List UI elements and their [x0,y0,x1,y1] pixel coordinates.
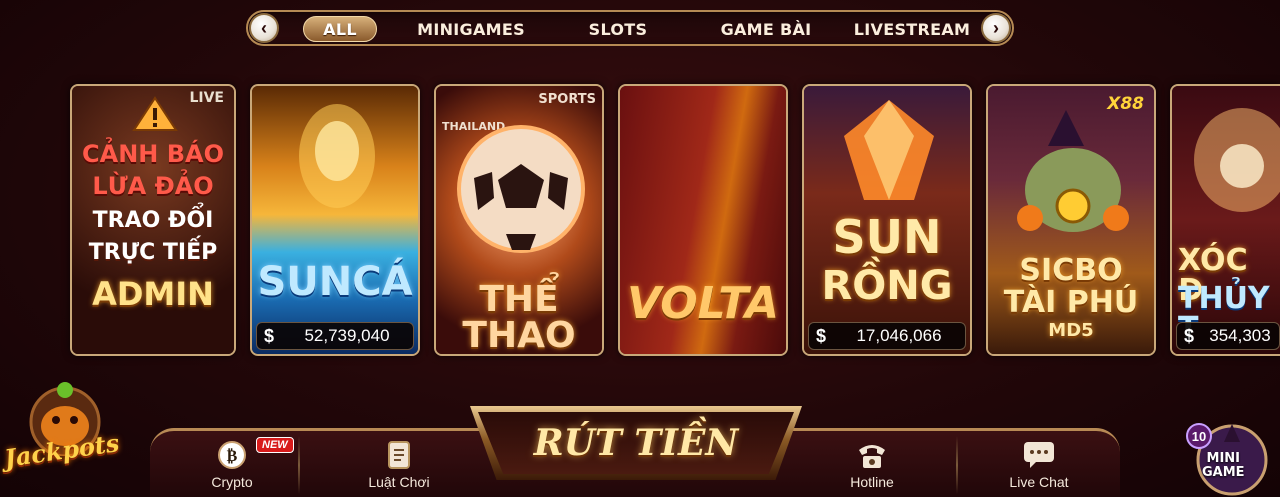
divider [298,436,300,494]
bitcoin-icon: ₿ [215,440,249,470]
jackpot-xocdia: $ 354,303 [1176,322,1280,350]
next-category-button[interactable]: › [981,13,1011,43]
jackpot-amount: 52,739,040 [304,326,390,345]
dice-bowl-icon [1194,108,1280,212]
minigame-button[interactable]: 10 MINI GAME [1180,412,1280,497]
tab-livestream[interactable]: LIVESTREAM [854,16,970,42]
jackpot-amount: 354,303 [1209,326,1271,345]
game-title-sunrong-2: RỒNG [821,263,953,309]
warning-card[interactable]: LIVE CẢNH BÁO LỪA ĐẢO TRAO ĐỔI TRỰC TIẾP… [70,84,236,356]
jackpot-sunca: $ 52,739,040 [256,322,414,350]
dollar-icon: $ [815,325,826,346]
game-title-sunrong-1: SUN [832,210,942,264]
svg-text:₿: ₿ [227,446,238,465]
warning-line-5: ADMIN [92,275,214,313]
divider [956,436,958,494]
tab-game-bai[interactable]: GAME BÀI [716,16,816,42]
tab-all[interactable]: ALL [303,16,377,42]
warning-line-4: TRỰC TIẾP [88,240,218,265]
game-card-sicbo[interactable]: X88 SICBO TÀI PHÚ MD5 [986,84,1156,356]
game-card-volta[interactable]: VOLTA [618,84,788,356]
telephone-icon [855,440,889,470]
chat-bubble-icon [1022,440,1056,470]
dollar-icon: $ [263,325,274,346]
soccer-ball-icon [457,125,585,253]
sports-sponsor-label: SPORTS [538,92,596,107]
chevron-right-icon: › [993,18,999,38]
warning-line-3: TRAO ĐỔI [92,208,214,233]
warning-triangle-icon [132,96,178,131]
toad-mascot-icon [1017,110,1129,232]
game-title-volta: VOLTA [626,278,780,329]
minigame-label-line-2: GAME [1202,465,1245,481]
warning-line-2: LỪA ĐẢO [92,172,214,200]
jackpot-sunrong: $ 17,046,066 [808,322,966,350]
gem-icon [844,100,934,200]
minigame-label: MINI GAME [1202,451,1245,481]
game-card-thethao[interactable]: THAILAND SPORTS THỂ THAO [434,84,604,356]
chevron-left-icon: ‹ [261,18,267,38]
withdraw-button[interactable]: RÚT TIỀN [470,406,802,480]
game-title-sicbo-2: TÀI PHÚ [1003,285,1139,320]
withdraw-label: RÚT TIỀN [533,422,739,464]
crypto-label: Crypto [211,474,253,490]
rules-button[interactable]: Luật Chơi [354,440,444,497]
tab-slots[interactable]: SLOTS [578,16,658,42]
golden-dragon-icon [299,104,375,208]
live-chat-button[interactable]: Live Chat [994,440,1084,497]
game-title-thethao: THỂ THAO [462,279,576,356]
prev-category-button[interactable]: ‹ [249,13,279,43]
rulebook-icon [382,440,416,470]
category-bar: ‹ ALL MINIGAMES SLOTS GAME BÀI LIVESTREA… [246,10,1014,46]
warning-line-1: CẢNH BÁO [82,140,224,168]
rules-label: Luật Chơi [368,474,430,490]
hotline-label: Hotline [850,474,894,490]
jackpot-amount: 17,046,066 [856,326,942,345]
minigame-label-line-1: MINI [1206,451,1241,466]
dollar-icon: $ [1183,325,1194,346]
jackpots-button[interactable]: Jackpots [0,372,128,497]
minigame-count-badge: 10 [1186,423,1212,449]
live-chat-label: Live Chat [1009,474,1069,490]
game-title-sicbo-3: MD5 [1048,320,1094,341]
live-badge: LIVE [189,90,224,106]
game-card-sunca[interactable]: SUNCÁ $ 52,739,040 [250,84,420,356]
hotline-button[interactable]: Hotline [827,440,917,497]
tab-minigames[interactable]: MINIGAMES [416,16,526,42]
game-card-sunrong[interactable]: SUN RỒNG $ 17,046,066 [802,84,972,356]
game-title-sicbo-1: SICBO [1019,253,1123,288]
game-title-sunca: SUNCÁ [257,259,413,305]
new-badge: NEW [256,437,294,453]
game-card-xocdia[interactable]: XÓC Đ THỦY T $ 354,303 [1170,84,1280,356]
